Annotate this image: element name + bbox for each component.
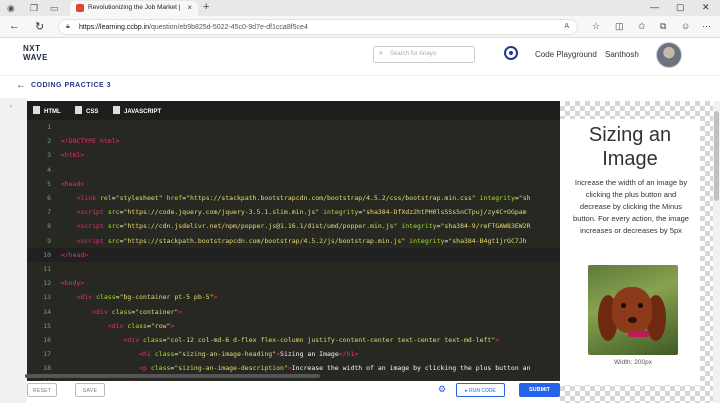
line-number: 3 [47,151,51,160]
site-favicon [76,4,84,12]
editor-horizontal-scrollbar[interactable] [25,374,320,378]
refresh-icon[interactable]: ↻ [35,20,44,33]
line-number: 1 [47,123,51,131]
split-screen-icon[interactable]: ◫ [615,21,624,32]
editor-tabs: HTML CSS JAVASCRIPT [27,101,560,120]
collections-bar-icon[interactable]: ⧉ [660,21,666,32]
browser-tab-bar: ◉ ❐ ▭ Revolutionizing the Job Market | ×… [0,0,720,16]
lock-icon: 🔒︎ [66,23,70,30]
left-panel-collapsed[interactable]: › [0,98,27,403]
line-number: 17 [43,350,51,359]
tab-javascript[interactable]: JAVASCRIPT [113,106,161,115]
maximize-icon[interactable]: ▢ [676,2,685,13]
width-label: Width: 200px [614,359,652,366]
html-file-icon [33,106,40,114]
more-icon[interactable]: ⋯ [702,21,711,32]
back-icon[interactable]: ← [9,20,20,32]
line-number: 12 [43,279,51,288]
tab-javascript-label: JAVASCRIPT [124,109,162,115]
collections-icon[interactable]: ❐ [30,3,38,14]
avatar[interactable] [656,42,682,68]
address-bar-row: ← ↻ 🔒︎ https://learning.ccbp.in/question… [0,16,720,38]
profile-icon[interactable]: ◉ [7,3,15,14]
save-button[interactable]: SAVE [75,383,105,397]
search-input[interactable]: ⌕ Search for Anayo [373,46,475,63]
page-title: CODING PRACTICE 3 [31,82,112,89]
url-host: https://learning.ccbp.in [79,24,150,31]
preview-scrollbar[interactable] [713,101,720,403]
line-numbers: 12345678910111213141516171819 [27,120,51,381]
search-icon: ⌕ [379,50,383,57]
close-window-icon[interactable]: ✕ [702,2,710,13]
code-playground-link[interactable]: Code Playground [535,50,597,59]
logo-line1: NXT [23,44,41,53]
tab-css-label: CSS [86,109,99,115]
app-header: NXT WAVE ⌕ Search for Anayo Code Playgro… [0,38,720,76]
tab-actions-icon[interactable]: ▭ [50,3,59,14]
line-number: 14 [43,307,51,316]
line-number: 5 [47,179,51,188]
tab-html[interactable]: HTML [33,106,61,115]
line-number: 16 [43,336,51,345]
star-icon[interactable]: ☆ [592,21,600,32]
search-placeholder: Search for Anayo [390,51,437,57]
run-code-button[interactable]: ▸ RUN CODE [456,383,505,397]
line-number: 9 [47,236,51,245]
code-area[interactable]: 12345678910111213141516171819 <!DOCTYPE … [27,120,560,381]
line-number: 13 [43,293,51,302]
profile-bar-icon[interactable]: ☺ [681,21,690,31]
code-lines[interactable]: <!DOCTYPE html> <html> <head> <link rel=… [53,120,531,381]
editor-footer: RESET SAVE ⚙ ▸ RUN CODE SUBMIT [27,381,560,403]
browser-tab[interactable]: Revolutionizing the Job Market | × [70,1,198,16]
line-number: 15 [43,321,51,330]
close-tab-icon[interactable]: × [187,3,192,12]
js-file-icon [113,106,120,114]
line-number: 4 [47,165,51,174]
reset-button[interactable]: RESET [27,383,57,397]
line-number: 7 [47,208,51,217]
code-editor[interactable]: HTML CSS JAVASCRIPT 1 2 3 4 5 6 7 8 9 10 11 12 13 14 1… [27,101,560,381]
favorites-icon[interactable]: ✩ [638,21,646,32]
preview-card: Sizing an Image Increase the width of an… [560,119,700,385]
back-arrow-icon[interactable]: ← [16,80,26,91]
submit-button[interactable]: SUBMIT [519,383,560,397]
url-path: /question/eb9b825d-5022-45c0-9d7e-df1cca… [149,24,308,31]
streak-icon[interactable] [504,46,518,60]
nxtwave-logo[interactable]: NXT WAVE [23,44,48,62]
line-number: 11 [43,265,51,274]
browser-tab-title: Revolutionizing the Job Market | [88,4,181,11]
line-number: 2 [47,137,51,146]
css-file-icon [75,106,82,114]
tab-html-label: HTML [44,109,61,115]
gear-icon[interactable]: ⚙ [438,384,446,395]
tab-css[interactable]: CSS [75,106,98,115]
problem-header: ← CODING PRACTICE 3 [0,76,720,98]
line-number: 8 [47,222,51,231]
logo-line2: WAVE [23,53,48,62]
expand-chevron-icon[interactable]: › [10,104,12,110]
output-preview[interactable]: Sizing an Image Increase the width of an… [560,101,720,403]
preview-heading: Sizing an Image [588,124,672,170]
read-aloud-icon[interactable]: A [564,23,569,30]
preview-description: Increase the width of an image by clicki… [573,178,689,235]
user-name[interactable]: Santhosh [605,50,639,59]
line-number: 6 [47,194,51,203]
new-tab-button[interactable]: + [203,1,209,13]
line-number: 10 [43,250,51,259]
minimize-icon[interactable]: — [650,2,659,12]
dog-image [588,265,678,355]
url-field[interactable]: 🔒︎ https://learning.ccbp.in/question/eb9… [58,19,578,35]
